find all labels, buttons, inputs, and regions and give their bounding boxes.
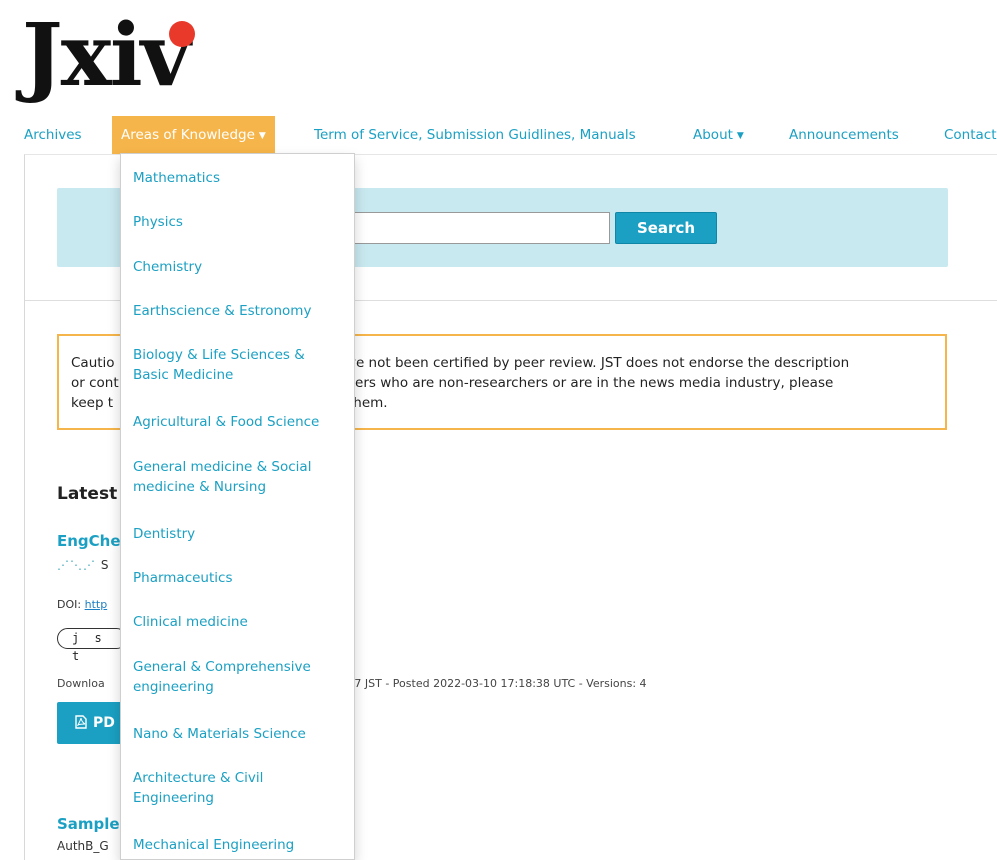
nav-areas-label: Areas of Knowledge <box>121 127 255 143</box>
loading-dots-icon: ⋰⋱⋰ <box>57 558 101 572</box>
main-nav: Archives Areas of Knowledge ▼ Term of Ser… <box>0 116 997 154</box>
menu-item-physics[interactable]: Physics <box>133 212 343 232</box>
menu-item-dentistry[interactable]: Dentistry <box>133 524 343 544</box>
menu-item-general-medicine[interactable]: General medicine & Social medicine & Nurs… <box>133 457 343 497</box>
search-input[interactable] <box>332 212 610 244</box>
article-tag[interactable]: j s t <box>57 628 127 663</box>
nav-about[interactable]: About ▼ <box>693 116 744 154</box>
nav-about-label: About <box>693 127 733 143</box>
article-title-link[interactable]: EngChe <box>57 532 121 550</box>
doi-link[interactable]: http <box>85 598 108 611</box>
chevron-down-icon: ▼ <box>736 131 744 141</box>
menu-item-biology[interactable]: Biology & Life Sciences & Basic Medicine <box>133 345 343 385</box>
logo-text: Jxiv <box>22 5 191 106</box>
latest-heading: Latest <box>57 484 118 504</box>
areas-of-knowledge-dropdown: Mathematics Physics Chemistry Earthscien… <box>120 153 355 860</box>
article-authors: ⋰⋱⋰ S <box>57 558 109 572</box>
sample-article-title-link[interactable]: Sample <box>57 815 120 833</box>
menu-item-nano-materials[interactable]: Nano & Materials Science <box>133 724 343 744</box>
menu-item-agricultural[interactable]: Agricultural & Food Science <box>133 412 343 432</box>
menu-item-general-engineering[interactable]: General & Comprehensive engineering <box>133 657 343 697</box>
nav-terms[interactable]: Term of Service, Submission Guidlines, M… <box>314 116 636 154</box>
menu-item-pharmaceutics[interactable]: Pharmaceutics <box>133 568 343 588</box>
menu-item-clinical-medicine[interactable]: Clinical medicine <box>133 612 343 632</box>
nav-contact[interactable]: Contact <box>944 116 997 154</box>
menu-item-earthscience[interactable]: Earthscience & Estronomy <box>133 301 343 321</box>
nav-areas-of-knowledge[interactable]: Areas of Knowledge ▼ <box>112 116 275 154</box>
nav-archives[interactable]: Archives <box>24 116 82 154</box>
search-button[interactable]: Search <box>615 212 717 244</box>
nav-announcements[interactable]: Announcements <box>789 116 899 154</box>
sample-article-authors: AuthB_G <box>57 839 109 853</box>
menu-item-mathematics[interactable]: Mathematics <box>133 168 343 188</box>
site-logo[interactable]: Jxiv <box>22 5 195 106</box>
chevron-down-icon: ▼ <box>258 131 266 141</box>
menu-item-chemistry[interactable]: Chemistry <box>133 257 343 277</box>
logo-dot <box>169 21 195 47</box>
article-doi: DOI: http <box>57 598 108 611</box>
menu-item-architecture[interactable]: Architecture & Civil Engineering <box>133 768 343 808</box>
menu-item-mechanical-engineering[interactable]: Mechanical Engineering <box>133 835 343 855</box>
pdf-icon <box>75 715 87 729</box>
